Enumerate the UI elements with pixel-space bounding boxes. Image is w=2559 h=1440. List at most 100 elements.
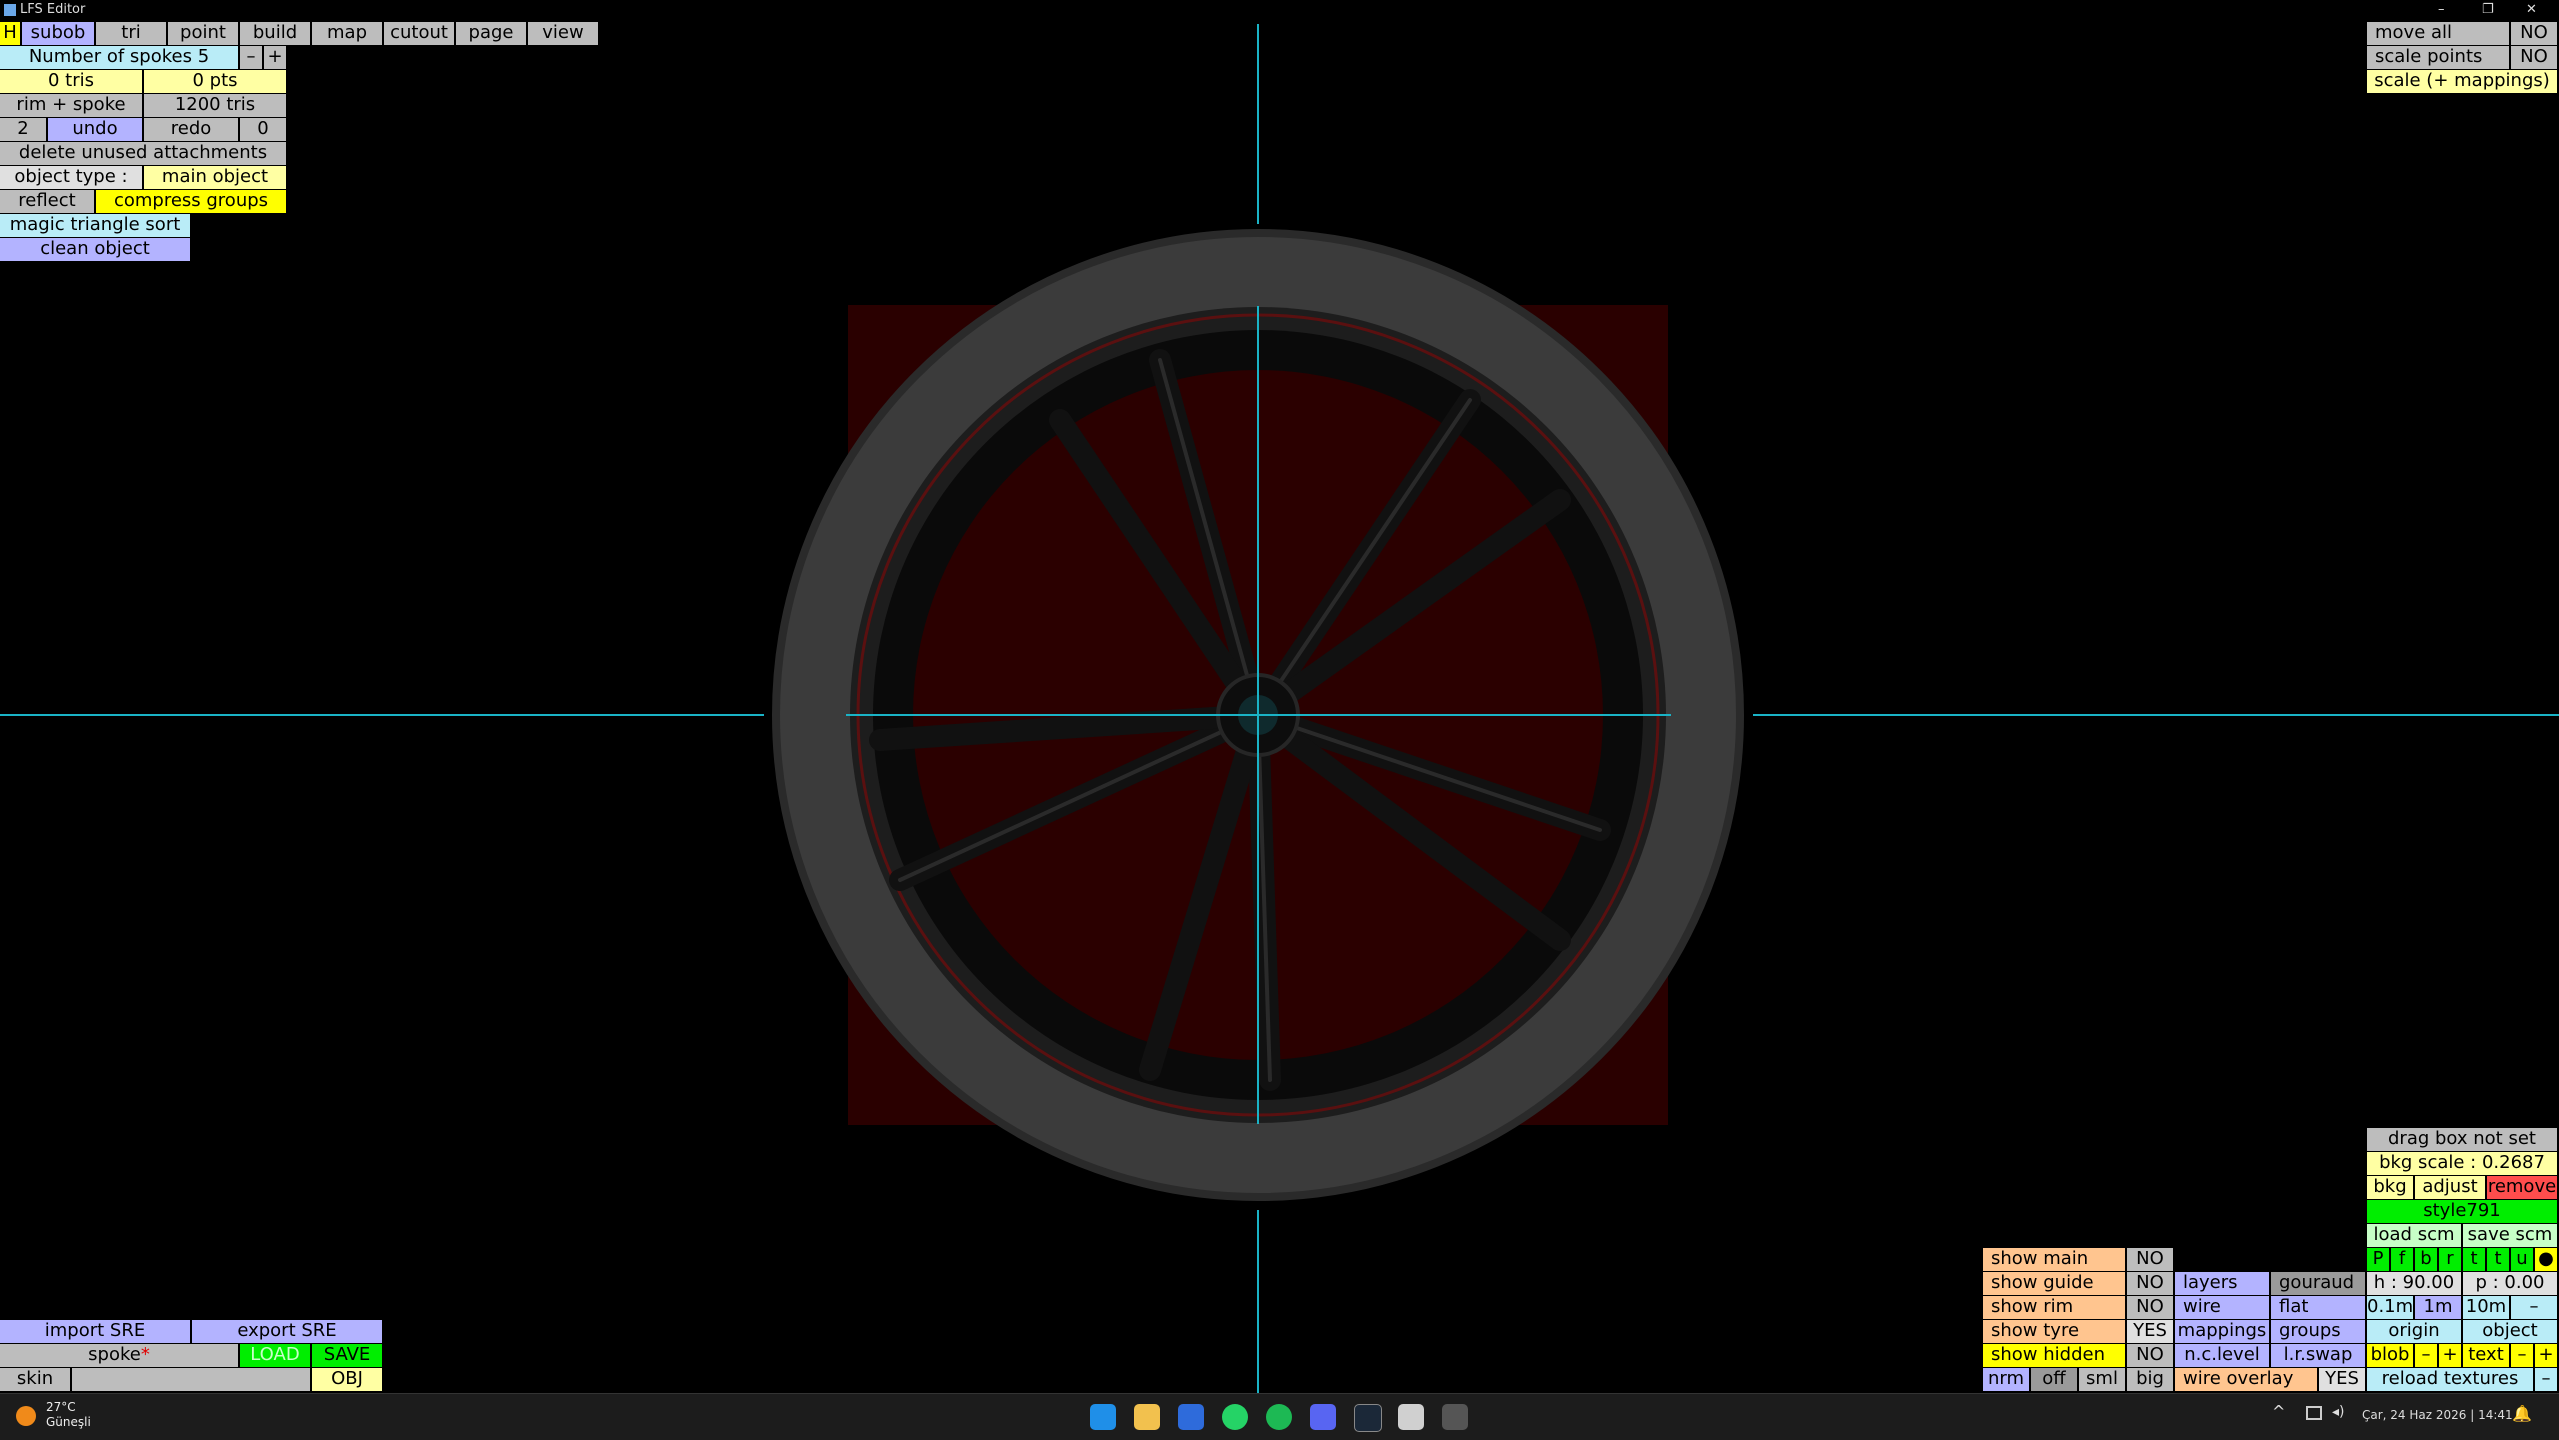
- clean-object-button[interactable]: clean object: [0, 238, 192, 261]
- dot-icon[interactable]: ●: [2535, 1248, 2559, 1271]
- groups-button[interactable]: groups: [2271, 1320, 2367, 1343]
- show-rim-label[interactable]: show rim: [1983, 1296, 2127, 1319]
- tab-tri[interactable]: tri: [96, 22, 168, 45]
- magic-triangle-sort-button[interactable]: magic triangle sort: [0, 214, 192, 237]
- flat-button[interactable]: flat: [2271, 1296, 2367, 1319]
- text-button[interactable]: text: [2463, 1344, 2511, 1367]
- volume-icon[interactable]: ◂): [2332, 1404, 2345, 1420]
- h-button[interactable]: H: [0, 22, 22, 45]
- gouraud-button[interactable]: gouraud: [2271, 1272, 2367, 1295]
- delete-unused-attachments-button[interactable]: delete unused attachments: [0, 142, 288, 165]
- sun-icon[interactable]: [16, 1406, 36, 1426]
- blob-plus-button[interactable]: +: [2439, 1344, 2463, 1367]
- remove-button[interactable]: remove: [2487, 1176, 2559, 1199]
- obj-button[interactable]: OBJ: [312, 1368, 384, 1391]
- sml-button[interactable]: sml: [2079, 1368, 2127, 1391]
- dist-minus-button[interactable]: –: [2511, 1296, 2559, 1319]
- dist-0-1m-button[interactable]: 0.1m: [2367, 1296, 2415, 1319]
- tab-page[interactable]: page: [456, 22, 528, 45]
- origin-button[interactable]: origin: [2367, 1320, 2463, 1343]
- app-gray-icon[interactable]: [1398, 1404, 1424, 1430]
- lr-swap-button[interactable]: l.r.swap: [2271, 1344, 2367, 1367]
- move-all-label[interactable]: move all: [2367, 22, 2511, 45]
- scale-points-toggle[interactable]: NO: [2511, 46, 2559, 69]
- text-minus-button[interactable]: –: [2511, 1344, 2535, 1367]
- whatsapp-icon[interactable]: [1222, 1404, 1248, 1430]
- save-button[interactable]: SAVE: [312, 1344, 384, 1367]
- wire-button[interactable]: wire: [2175, 1296, 2271, 1319]
- spokes-increase-button[interactable]: +: [264, 46, 288, 69]
- restore-button[interactable]: ❐: [2482, 0, 2494, 20]
- move-all-toggle[interactable]: NO: [2511, 22, 2559, 45]
- tab-subob[interactable]: subob: [22, 22, 96, 45]
- blob-minus-button[interactable]: –: [2415, 1344, 2439, 1367]
- show-hidden-label[interactable]: show hidden: [1983, 1344, 2127, 1367]
- show-tyre-label[interactable]: show tyre: [1983, 1320, 2127, 1343]
- spokes-decrease-button[interactable]: –: [240, 46, 264, 69]
- text-plus-button[interactable]: +: [2535, 1344, 2559, 1367]
- show-rim-toggle[interactable]: NO: [2127, 1296, 2175, 1319]
- object-type-select[interactable]: main object: [144, 166, 288, 189]
- undo-button[interactable]: undo: [48, 118, 144, 141]
- show-main-toggle[interactable]: NO: [2127, 1248, 2175, 1271]
- tab-map[interactable]: map: [312, 22, 384, 45]
- load-scm-button[interactable]: load scm: [2367, 1224, 2463, 1247]
- tab-view[interactable]: view: [528, 22, 600, 45]
- scale-mappings-button[interactable]: scale (+ mappings): [2367, 70, 2559, 93]
- steam-icon[interactable]: [1354, 1404, 1382, 1432]
- letter-t2-button[interactable]: t: [2487, 1248, 2511, 1271]
- redo-button[interactable]: redo: [144, 118, 240, 141]
- windows-start-icon[interactable]: [1090, 1404, 1116, 1430]
- dist-10m-button[interactable]: 10m: [2463, 1296, 2511, 1319]
- export-sre-button[interactable]: export SRE: [192, 1320, 384, 1343]
- tab-point[interactable]: point: [168, 22, 240, 45]
- off-button[interactable]: off: [2031, 1368, 2079, 1391]
- nc-level-button[interactable]: n.c.level: [2175, 1344, 2271, 1367]
- compress-groups-button[interactable]: compress groups: [96, 190, 288, 213]
- layers-button[interactable]: layers: [2175, 1272, 2271, 1295]
- viewport-3d[interactable]: [0, 20, 2559, 1393]
- letter-b-button[interactable]: b: [2415, 1248, 2439, 1271]
- reflect-button[interactable]: reflect: [0, 190, 96, 213]
- big-button[interactable]: big: [2127, 1368, 2175, 1391]
- reload-minus-button[interactable]: –: [2535, 1368, 2559, 1391]
- skin-button[interactable]: skin: [0, 1368, 72, 1391]
- show-tyre-toggle[interactable]: YES: [2127, 1320, 2175, 1343]
- nrm-button[interactable]: nrm: [1983, 1368, 2031, 1391]
- rim-spoke-button[interactable]: rim + spoke: [0, 94, 144, 117]
- dist-1m-button[interactable]: 1m: [2415, 1296, 2463, 1319]
- show-guide-label[interactable]: show guide: [1983, 1272, 2127, 1295]
- show-hidden-toggle[interactable]: NO: [2127, 1344, 2175, 1367]
- style-name[interactable]: style791: [2367, 1200, 2559, 1223]
- notification-bell-icon[interactable]: 🔔: [2512, 1404, 2532, 1423]
- reload-textures-button[interactable]: reload textures: [2367, 1368, 2535, 1391]
- save-scm-button[interactable]: save scm: [2463, 1224, 2559, 1247]
- show-guide-toggle[interactable]: NO: [2127, 1272, 2175, 1295]
- close-button[interactable]: ✕: [2526, 0, 2537, 20]
- scale-points-label[interactable]: scale points: [2367, 46, 2511, 69]
- object-button[interactable]: object: [2463, 1320, 2559, 1343]
- tray-chevron-up-icon[interactable]: ^: [2272, 1402, 2285, 1421]
- mappings-button[interactable]: mappings: [2175, 1320, 2271, 1343]
- clock-datetime[interactable]: Çar, 24 Haz 2026 | 14:41: [2362, 1408, 2513, 1422]
- skin-name-field[interactable]: [72, 1368, 312, 1391]
- file-explorer-icon[interactable]: [1134, 1404, 1160, 1430]
- spotify-icon[interactable]: [1266, 1404, 1292, 1430]
- minimize-button[interactable]: –: [2438, 0, 2445, 20]
- spoke-file-name[interactable]: spoke*: [0, 1344, 240, 1367]
- wire-overlay-label[interactable]: wire overlay: [2175, 1368, 2319, 1391]
- tab-cutout[interactable]: cutout: [384, 22, 456, 45]
- letter-p-button[interactable]: P: [2367, 1248, 2391, 1271]
- letter-u-button[interactable]: u: [2511, 1248, 2535, 1271]
- weather-widget[interactable]: 27°C Güneşli: [46, 1400, 91, 1430]
- letter-t1-button[interactable]: t: [2463, 1248, 2487, 1271]
- show-main-label[interactable]: show main: [1983, 1248, 2127, 1271]
- blob-button[interactable]: blob: [2367, 1344, 2415, 1367]
- bkg-button[interactable]: bkg: [2367, 1176, 2415, 1199]
- network-icon[interactable]: [2306, 1406, 2322, 1420]
- letter-r-button[interactable]: r: [2439, 1248, 2463, 1271]
- import-sre-button[interactable]: import SRE: [0, 1320, 192, 1343]
- app-blue-icon[interactable]: [1178, 1404, 1204, 1430]
- adjust-button[interactable]: adjust: [2415, 1176, 2487, 1199]
- tab-build[interactable]: build: [240, 22, 312, 45]
